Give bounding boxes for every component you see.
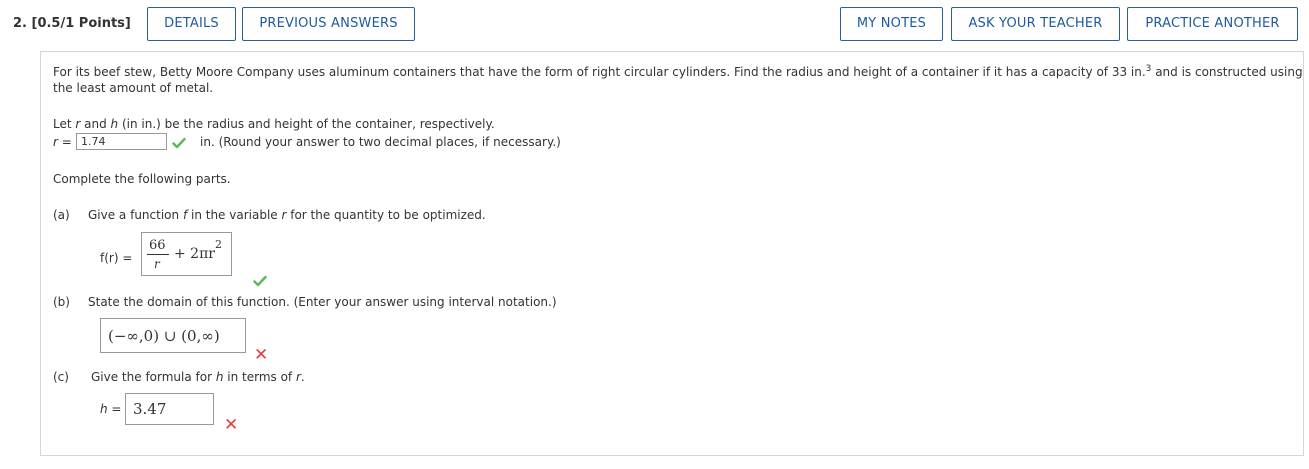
setup-text: and [80, 117, 111, 131]
problem-text: For its beef stew, Betty Moore Company u… [53, 65, 1146, 79]
problem-statement-line1: For its beef stew, Betty Moore Company u… [53, 64, 1303, 79]
setup-text: Let [53, 117, 76, 131]
f-of-r-label: f(r) = [100, 251, 133, 265]
correct-check-icon [172, 137, 186, 149]
plus-term: + 2πr [174, 246, 215, 262]
question-points-label: 2. [0.5/1 Points] [13, 16, 131, 31]
var-h: h [110, 117, 119, 131]
practice-another-button[interactable]: PRACTICE ANOTHER [1127, 7, 1298, 41]
function-answer-input[interactable]: 66 r + 2πr 2 [141, 232, 232, 276]
part-c-text: Give the formula for [91, 370, 216, 384]
incorrect-x-icon: ✕ [254, 345, 269, 365]
fraction-denominator: r [154, 257, 160, 271]
part-c-label: (c) [53, 370, 69, 384]
part-a-label: (a) [53, 208, 70, 222]
part-a-text: for the quantity to be optimized. [286, 208, 486, 222]
h-answer-value: 3.47 [133, 400, 167, 418]
part-c-text: . [300, 370, 305, 384]
domain-answer-input[interactable]: (−∞,0) ∪ (0,∞) [100, 318, 246, 353]
incorrect-x-icon: ✕ [224, 415, 239, 435]
complete-parts-label: Complete the following parts. [53, 172, 231, 186]
part-c-question: Give the formula for h in terms of r. [91, 370, 305, 384]
my-notes-button[interactable]: MY NOTES [840, 7, 943, 41]
setup-text: (in in.) be the radius and height of the… [118, 117, 495, 131]
problem-text-end: and is constructed using [1151, 65, 1303, 79]
ask-teacher-button[interactable]: ASK YOUR TEACHER [951, 7, 1120, 41]
domain-answer-value: (−∞,0) ∪ (0,∞) [108, 327, 220, 345]
correct-check-icon [253, 275, 267, 287]
r-rounding-hint: in. (Round your answer to two decimal pl… [200, 135, 561, 149]
h-answer-input[interactable]: 3.47 [125, 393, 214, 425]
variable-definition: Let r and h (in in.) be the radius and h… [53, 117, 495, 131]
part-b-question: State the domain of this function. (Ente… [88, 295, 557, 309]
previous-answers-button[interactable]: PREVIOUS ANSWERS [242, 7, 415, 41]
fraction-numerator: 66 [149, 238, 166, 253]
part-a-text: in the variable [187, 208, 282, 222]
r-answer-input[interactable]: 1.74 [76, 133, 167, 150]
part-c-text: in terms of [223, 370, 296, 384]
problem-statement-line2: the least amount of metal. [53, 81, 214, 95]
part-a-question: Give a function f in the variable r for … [88, 208, 486, 222]
part-b-label: (b) [53, 295, 70, 309]
h-equals-label: h = [100, 402, 122, 416]
term-exponent: 2 [215, 238, 222, 251]
details-button[interactable]: DETAILS [147, 7, 236, 41]
part-a-text: Give a function [88, 208, 183, 222]
r-equals-label: r = [53, 135, 72, 149]
fraction-bar [147, 254, 169, 255]
question-header: 2. [0.5/1 Points] DETAILS PREVIOUS ANSWE… [0, 0, 1309, 50]
